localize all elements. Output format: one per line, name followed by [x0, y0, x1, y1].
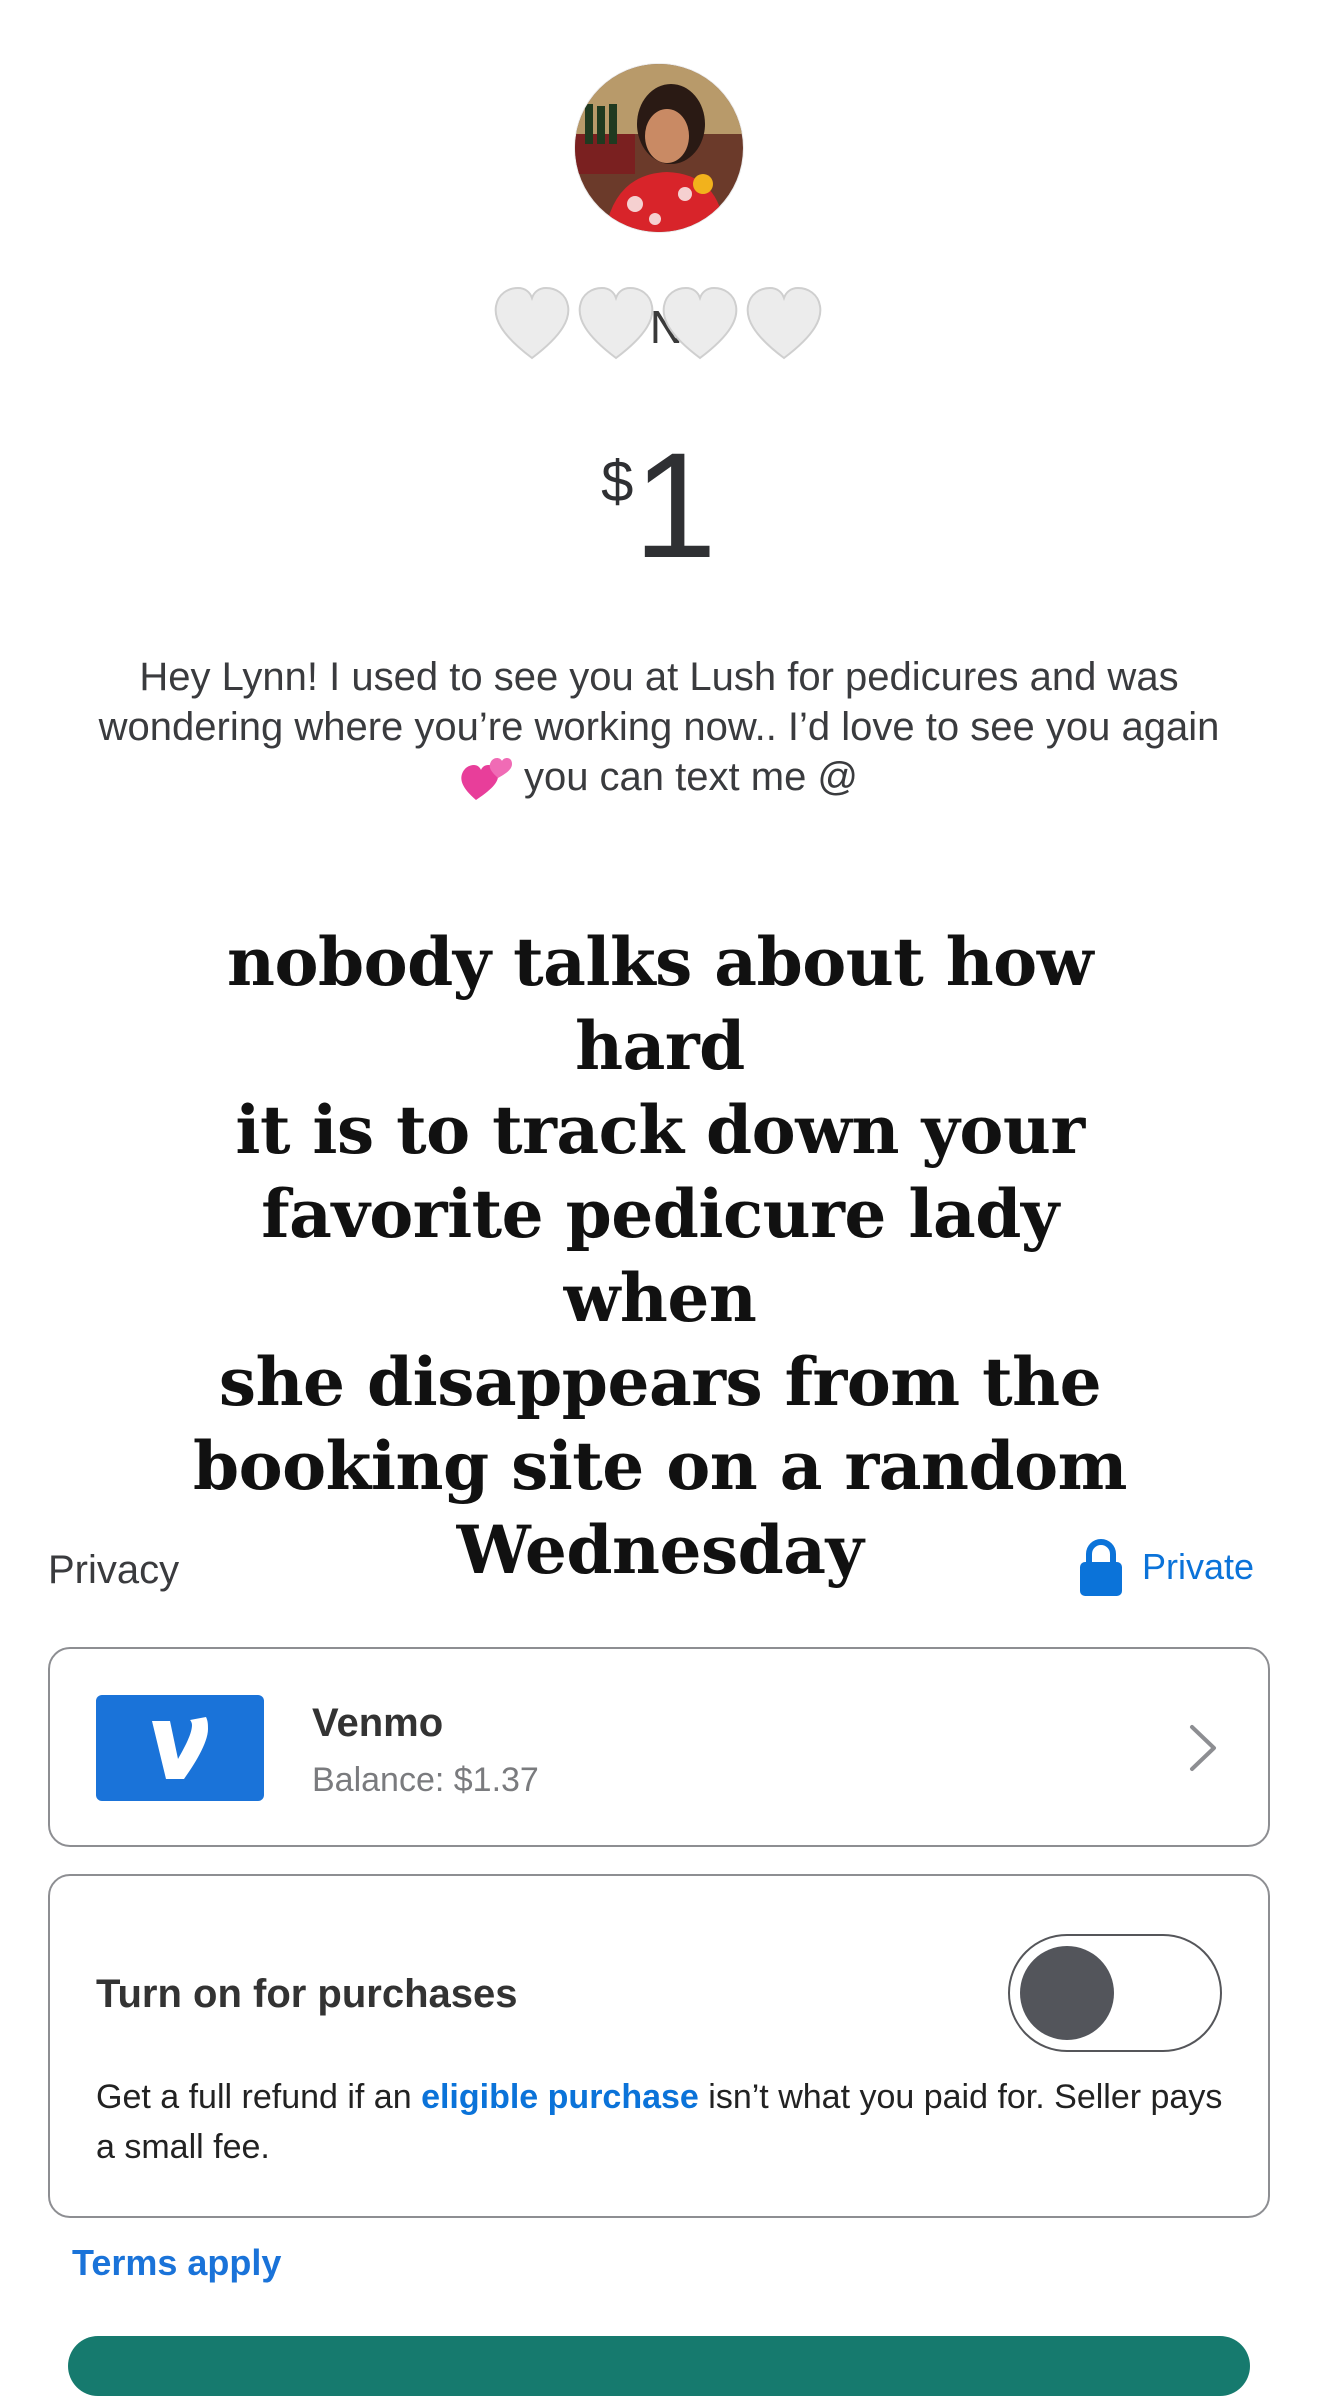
caption-line: nobody talks about how hard — [226, 923, 1094, 1085]
venmo-logo — [96, 1695, 264, 1801]
caption-line: she disappears from the — [218, 1343, 1102, 1421]
payment-method-name: Venmo — [312, 1701, 444, 1745]
pay-button[interactable] — [68, 2336, 1250, 2396]
eligible-purchase-link[interactable]: eligible purchase — [421, 2078, 699, 2116]
white-heart-icon — [746, 286, 822, 360]
purchase-protection-toggle[interactable] — [1008, 1934, 1222, 2052]
note-line-3: you can text me @ — [40, 752, 1278, 804]
venmo-v-icon — [152, 1717, 208, 1779]
currency-symbol: $ — [601, 449, 634, 514]
recipient-avatar — [575, 64, 743, 232]
amount-value: 1 — [633, 421, 717, 589]
white-heart-icon — [494, 286, 570, 360]
chevron-right-icon — [1190, 1725, 1216, 1771]
meme-caption: nobody talks about how hard it is to tra… — [170, 920, 1150, 1592]
purchase-protection-card: Turn on for purchases Get a full refund … — [48, 1874, 1270, 2218]
payment-note[interactable]: Hey Lynn! I used to see you at Lush for … — [40, 652, 1278, 804]
payment-method-card[interactable]: Venmo Balance: $1.37 — [48, 1647, 1270, 1847]
privacy-label: Privacy — [48, 1548, 180, 1592]
note-line: wondering where you’re working now.. I’d… — [98, 705, 1220, 749]
caption-line: Wednesday — [456, 1511, 864, 1589]
purchase-protection-title: Turn on for purchases — [96, 1972, 518, 2016]
toggle-knob — [1020, 1946, 1114, 2040]
privacy-value: Private — [1142, 1546, 1255, 1587]
caption-line: booking site on a random — [192, 1427, 1128, 1505]
privacy-selector[interactable]: Private — [1080, 1538, 1254, 1596]
two-hearts-icon — [461, 758, 512, 801]
white-heart-icon — [662, 286, 738, 360]
payment-balance: Balance: $1.37 — [312, 1761, 539, 1799]
caption-line: favorite pedicure lady when — [261, 1175, 1059, 1337]
note-line: Hey Lynn! I used to see you at Lush for … — [139, 655, 1179, 699]
white-heart-icon — [578, 286, 654, 360]
caption-line: it is to track down your — [235, 1091, 1085, 1169]
lock-icon — [1080, 1539, 1122, 1596]
payment-amount[interactable]: $1 — [0, 430, 1318, 580]
terms-apply-link[interactable]: Terms apply — [72, 2242, 281, 2284]
purchase-protection-description: Get a full refund if an eligible purchas… — [96, 2078, 1223, 2166]
recipient-name: n Ng — [490, 282, 830, 378]
